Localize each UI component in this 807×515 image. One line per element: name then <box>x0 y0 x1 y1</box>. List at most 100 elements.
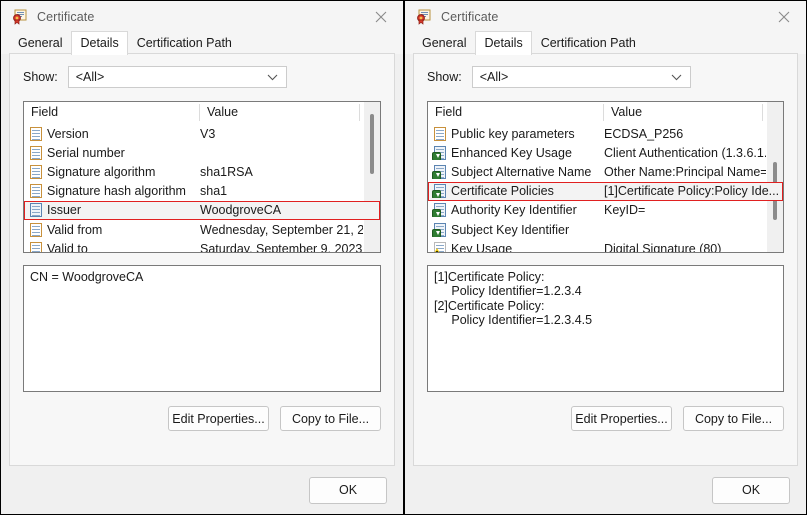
table-row[interactable]: Key Usage Digital Signature (80) <box>428 239 783 253</box>
close-icon[interactable] <box>359 1 403 32</box>
tab-details[interactable]: Details <box>475 31 532 55</box>
row-field-label: Issuer <box>47 203 82 218</box>
ok-button[interactable]: OK <box>712 476 790 504</box>
table-row[interactable]: Valid to Saturday, September 9, 2023 ... <box>24 239 380 253</box>
row-field-label: Valid to <box>47 241 88 253</box>
row-value: Client Authentication (1.3.6.1.... <box>604 145 778 160</box>
show-select[interactable]: <All> <box>67 66 287 88</box>
column-header-value[interactable]: Value <box>200 104 360 121</box>
tab-certification-path[interactable]: Certification Path <box>532 33 645 54</box>
field-list-scrollbar[interactable] <box>363 102 380 252</box>
dialog-footer: OK <box>1 466 403 514</box>
field-list-scrollbar[interactable] <box>766 102 783 252</box>
field-doc-icon <box>29 126 43 141</box>
row-field-label: Authority Key Identifier <box>451 203 577 218</box>
column-header-value[interactable]: Value <box>604 104 763 121</box>
show-select[interactable]: <All> <box>471 66 691 88</box>
table-row[interactable]: Enhanced Key Usage Client Authentication… <box>428 143 783 162</box>
tab-certification-path[interactable]: Certification Path <box>128 33 241 54</box>
window-title: Certificate <box>441 9 499 24</box>
certificate-icon <box>12 9 28 25</box>
row-field-label: Subject Alternative Name <box>451 164 592 179</box>
row-value: Digital Signature (80) <box>604 241 722 253</box>
close-icon[interactable] <box>762 1 806 32</box>
field-list-header: Field Value <box>24 102 380 124</box>
show-label: Show: <box>427 70 462 84</box>
row-value: WoodgroveCA <box>200 203 282 218</box>
window-title: Certificate <box>37 9 95 24</box>
table-row[interactable]: Subject Alternative Name Other Name:Prin… <box>428 162 783 181</box>
field-list-rows: Public key parameters ECDSA_P256 Enhance… <box>428 124 783 253</box>
table-row[interactable]: Version V3 <box>24 124 380 143</box>
field-doc-icon <box>29 241 43 252</box>
extension-icon <box>432 164 447 179</box>
column-header-field[interactable]: Field <box>428 104 604 121</box>
screen: Certificate General Details Certificatio… <box>0 0 807 515</box>
show-row: Show: <All> <box>23 66 381 88</box>
field-detail-text[interactable]: CN = WoodgroveCA <box>23 265 381 392</box>
tab-strip: General Details Certification Path <box>1 31 403 55</box>
chevron-down-icon <box>671 67 682 87</box>
certificate-icon <box>416 9 432 25</box>
field-doc-icon <box>433 126 447 141</box>
tab-details[interactable]: Details <box>71 31 128 55</box>
table-row[interactable]: Signature hash algorithm sha1 <box>24 182 380 201</box>
row-value: ECDSA_P256 <box>604 126 684 141</box>
row-field-label: Signature hash algorithm <box>47 184 186 199</box>
row-field-label: Public key parameters <box>451 126 575 141</box>
field-list-rows: Version V3 Serial number Signature algor… <box>24 124 380 253</box>
row-field-label: Serial number <box>47 145 125 160</box>
title-bar: Certificate <box>1 1 403 32</box>
extension-icon <box>432 203 447 218</box>
table-row[interactable]: Subject Key Identifier <box>428 220 783 239</box>
chevron-down-icon <box>267 67 278 87</box>
table-row[interactable]: Serial number <box>24 143 380 162</box>
row-value: Wednesday, September 21, 2... <box>200 222 375 237</box>
row-value: Other Name:Principal Name=m... <box>604 164 783 179</box>
field-list[interactable]: Field Value Public key parameters ECDSA_… <box>427 101 784 253</box>
field-list[interactable]: Field Value Version V3 Serial number Sig… <box>23 101 381 253</box>
table-row-selected[interactable]: Issuer WoodgroveCA <box>24 200 380 220</box>
ok-button[interactable]: OK <box>309 476 387 504</box>
detail-actions: Edit Properties... Copy to File... <box>427 406 784 431</box>
field-list-header: Field Value <box>428 102 783 124</box>
field-doc-icon <box>29 184 43 199</box>
row-value: sha1 <box>200 184 228 199</box>
copy-to-file-button[interactable]: Copy to File... <box>280 406 381 431</box>
row-field-label: Signature algorithm <box>47 164 156 179</box>
certificate-dialog-left: Certificate General Details Certificatio… <box>0 0 404 515</box>
field-detail-text[interactable]: [1]Certificate Policy: Policy Identifier… <box>427 265 784 392</box>
field-doc-icon <box>29 145 43 160</box>
row-value: V3 <box>200 126 216 141</box>
extension-icon <box>432 222 447 237</box>
table-row-selected[interactable]: Certificate Policies [1]Certificate Poli… <box>428 181 783 201</box>
row-value: sha1RSA <box>200 164 253 179</box>
show-select-value: <All> <box>479 70 509 84</box>
tab-general[interactable]: General <box>413 33 475 54</box>
row-field-label: Valid from <box>47 222 103 237</box>
extension-icon <box>432 145 447 160</box>
edit-properties-button[interactable]: Edit Properties... <box>168 406 269 431</box>
tab-content-details: Show: <All> Field Value Version V3 Seria… <box>9 54 395 466</box>
table-row[interactable]: Signature algorithm sha1RSA <box>24 162 380 181</box>
title-bar: Certificate <box>405 1 806 32</box>
copy-to-file-button[interactable]: Copy to File... <box>683 406 784 431</box>
detail-actions: Edit Properties... Copy to File... <box>23 406 381 431</box>
certificate-dialog-right: Certificate General Details Certificatio… <box>404 0 807 515</box>
table-row[interactable]: Public key parameters ECDSA_P256 <box>428 124 783 143</box>
warning-extension-icon <box>432 241 447 252</box>
row-field-label: Version <box>47 126 89 141</box>
show-row: Show: <All> <box>427 66 784 88</box>
tab-general[interactable]: General <box>9 33 71 54</box>
table-row[interactable]: Valid from Wednesday, September 21, 2... <box>24 220 380 239</box>
table-row[interactable]: Authority Key Identifier KeyID= <box>428 201 783 220</box>
field-doc-icon <box>29 164 43 179</box>
column-header-field[interactable]: Field <box>24 104 200 121</box>
row-value: KeyID= <box>604 203 646 218</box>
extension-selected-icon <box>432 184 447 199</box>
show-select-value: <All> <box>75 70 105 84</box>
field-doc-icon <box>29 222 43 237</box>
tab-strip: General Details Certification Path <box>405 31 806 55</box>
edit-properties-button[interactable]: Edit Properties... <box>571 406 672 431</box>
scrollbar-thumb[interactable] <box>370 114 374 174</box>
